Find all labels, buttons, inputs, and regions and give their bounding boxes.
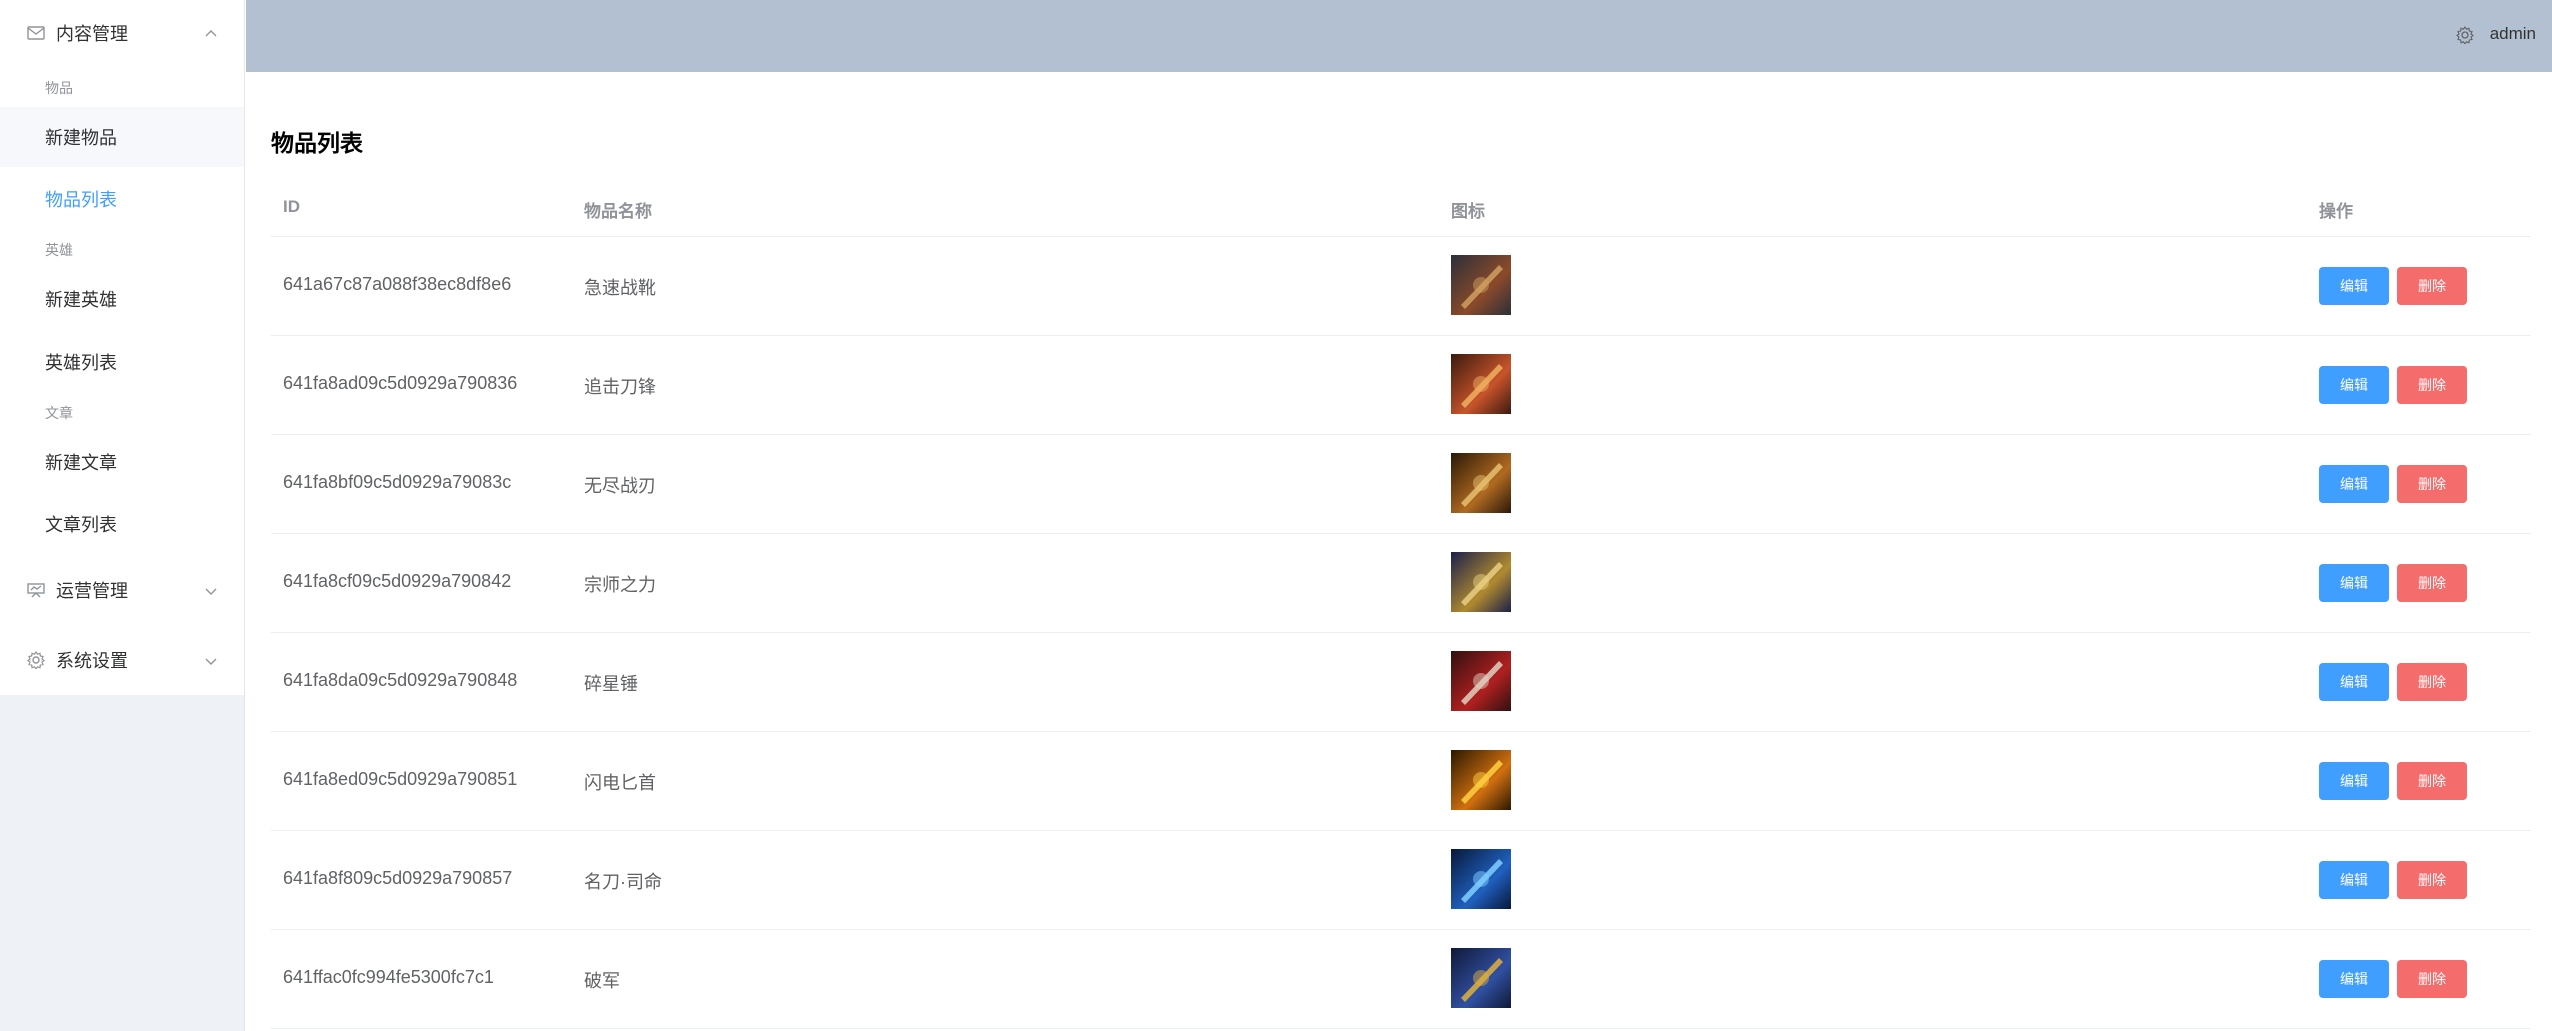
sidebar-item-new-article[interactable]: 新建文章: [0, 432, 244, 492]
table-row: 641fa8f809c5d0929a790857 名刀·司命 编辑 删除: [271, 831, 2531, 930]
table-row: 641fa8cf09c5d0929a790842 宗师之力 编辑 删除: [271, 534, 2531, 633]
sword-icon: [1451, 453, 1511, 513]
delete-button[interactable]: 删除: [2397, 663, 2467, 701]
lightning-dagger-icon: [1451, 750, 1511, 810]
table-header: ID 物品名称 图标 操作: [271, 180, 2531, 237]
sidebar-item-new-hero[interactable]: 新建英雄: [0, 269, 244, 329]
submenu-content-management[interactable]: 内容管理: [0, 3, 244, 63]
main-content: 物品列表 ID 物品名称 图标 操作 641a67c87a088f38ec8df…: [246, 72, 2552, 1031]
table-row: 641fa8ed09c5d0929a790851 闪电匕首 编辑 删除: [271, 732, 2531, 831]
cell-name: 宗师之力: [584, 575, 656, 595]
delete-button[interactable]: 删除: [2397, 564, 2467, 602]
hammer-icon: [1451, 651, 1511, 711]
delete-button[interactable]: 删除: [2397, 366, 2467, 404]
submenu-content-management-label: 内容管理: [56, 24, 128, 44]
katana-icon: [1451, 849, 1511, 909]
cell-id: 641fa8bf09c5d0929a79083c: [283, 472, 512, 492]
submenu-system-settings-label: 系统设置: [56, 651, 128, 671]
delete-button[interactable]: 删除: [2397, 861, 2467, 899]
cell-name: 急速战靴: [584, 278, 656, 298]
edit-button[interactable]: 编辑: [2319, 564, 2389, 602]
greatsword-icon: [1451, 948, 1511, 1008]
star-icon: [1451, 552, 1511, 612]
table-row: 641fa8bf09c5d0929a79083c 无尽战刃 编辑 删除: [271, 435, 2531, 534]
blade-icon: [1451, 354, 1511, 414]
column-header-icon: 图标: [1451, 202, 1485, 221]
cell-id: 641fa8da09c5d0929a790848: [283, 670, 518, 690]
column-header-name: 物品名称: [584, 202, 652, 221]
edit-button[interactable]: 编辑: [2319, 366, 2389, 404]
edit-button[interactable]: 编辑: [2319, 465, 2389, 503]
group-title-items: 物品: [45, 80, 73, 96]
chevron-down-icon: [204, 652, 218, 666]
gear-icon: [26, 650, 46, 670]
chevron-up-icon: [204, 25, 218, 39]
chevron-down-icon: [204, 582, 218, 596]
group-title-articles: 文章: [45, 405, 73, 421]
edit-button[interactable]: 编辑: [2319, 762, 2389, 800]
column-header-id: ID: [283, 197, 300, 216]
gear-icon[interactable]: [2456, 26, 2474, 45]
sidebar-item-article-list[interactable]: 文章列表: [0, 494, 244, 554]
table-body: 641a67c87a088f38ec8df8e6 急速战靴 编辑 删除 641f…: [271, 237, 2531, 1029]
mail-icon: [26, 23, 46, 43]
delete-button[interactable]: 删除: [2397, 267, 2467, 305]
edit-button[interactable]: 编辑: [2319, 861, 2389, 899]
username[interactable]: admin: [2490, 24, 2536, 44]
cell-id: 641fa8f809c5d0929a790857: [283, 868, 513, 888]
cell-id: 641ffac0fc994fe5300fc7c1: [283, 967, 494, 987]
sidebar-item-hero-list[interactable]: 英雄列表: [0, 332, 244, 392]
edit-button[interactable]: 编辑: [2319, 267, 2389, 305]
page-title: 物品列表: [271, 130, 363, 156]
group-title-heroes: 英雄: [45, 242, 73, 258]
delete-button[interactable]: 删除: [2397, 960, 2467, 998]
cell-name: 碎星锤: [584, 674, 638, 694]
column-header-actions: 操作: [2319, 202, 2353, 221]
table-row: 641fa8ad09c5d0929a790836 追击刀锋 编辑 删除: [271, 336, 2531, 435]
cell-id: 641fa8ad09c5d0929a790836: [283, 373, 518, 393]
table-row: 641ffac0fc994fe5300fc7c1 破军 编辑 删除: [271, 930, 2531, 1029]
cell-id: 641fa8ed09c5d0929a790851: [283, 769, 518, 789]
submenu-operations[interactable]: 运营管理: [0, 560, 244, 620]
submenu-operations-label: 运营管理: [56, 581, 128, 601]
table-row: 641fa8da09c5d0929a790848 碎星锤 编辑 删除: [271, 633, 2531, 732]
cell-name: 闪电匕首: [584, 773, 656, 793]
sidebar-item-new-item[interactable]: 新建物品: [0, 107, 244, 167]
cell-name: 无尽战刃: [584, 476, 656, 496]
cell-id: 641a67c87a088f38ec8df8e6: [283, 274, 512, 294]
cell-name: 破军: [584, 971, 620, 991]
delete-button[interactable]: 删除: [2397, 465, 2467, 503]
sidebar: 内容管理 物品 新建物品 物品列表 英雄 新建英雄 英雄列表 文章 新建文章 文…: [0, 0, 245, 1031]
boots-icon: [1451, 255, 1511, 315]
cell-name: 名刀·司命: [584, 872, 662, 892]
sidebar-item-item-list[interactable]: 物品列表: [0, 169, 244, 229]
sidebar-menu: 内容管理 物品 新建物品 物品列表 英雄 新建英雄 英雄列表 文章 新建文章 文…: [0, 0, 244, 695]
top-header: admin: [246, 0, 2552, 72]
table-row: 641a67c87a088f38ec8df8e6 急速战靴 编辑 删除: [271, 237, 2531, 336]
presentation-icon: [26, 580, 46, 600]
cell-id: 641fa8cf09c5d0929a790842: [283, 571, 512, 591]
delete-button[interactable]: 删除: [2397, 762, 2467, 800]
cell-name: 追击刀锋: [584, 377, 656, 397]
items-table: ID 物品名称 图标 操作 641a67c87a088f38ec8df8e6 急…: [271, 180, 2531, 1029]
edit-button[interactable]: 编辑: [2319, 960, 2389, 998]
submenu-system-settings[interactable]: 系统设置: [0, 630, 244, 690]
edit-button[interactable]: 编辑: [2319, 663, 2389, 701]
